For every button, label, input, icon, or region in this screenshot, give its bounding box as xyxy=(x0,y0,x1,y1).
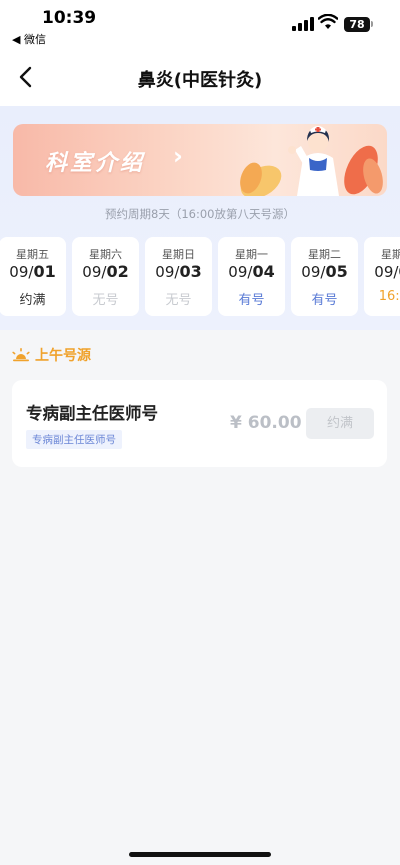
back-to-wechat-link[interactable]: ◀ 微信 xyxy=(12,31,46,47)
date-value: 09/01 xyxy=(9,262,56,281)
date-weekday: 星期一 xyxy=(235,248,268,261)
date-card-0901[interactable]: 星期五 09/01 约满 xyxy=(0,237,66,316)
doctor-title: 专病副主任医师号 xyxy=(26,404,158,423)
date-weekday: 星期五 xyxy=(16,248,49,261)
price: ¥ 60.00 xyxy=(230,413,302,433)
section-title: 上午号源 xyxy=(35,348,91,364)
sunrise-icon xyxy=(12,348,30,362)
date-selector: 星期五 09/01 约满 星期六 09/02 无号 星期日 09/03 无号 星… xyxy=(0,237,400,317)
date-card-0903[interactable]: 星期日 09/03 无号 xyxy=(145,237,212,316)
chevron-right-icon: › xyxy=(173,142,183,170)
battery-icon: 78 xyxy=(344,17,370,32)
signal-icon xyxy=(292,17,314,31)
doctor-tag: 专病副主任医师号 xyxy=(26,430,122,449)
page-title: 鼻炎(中医针灸) xyxy=(137,70,263,91)
booking-period-note: 预约周期8天（16:00放第八天号源） xyxy=(105,207,295,221)
date-card-0902[interactable]: 星期六 09/02 无号 xyxy=(72,237,139,316)
home-indicator[interactable] xyxy=(129,852,271,857)
date-weekday: 星期六 xyxy=(89,248,122,261)
banner-label: 科室介绍 xyxy=(45,151,146,176)
date-status: 无号 xyxy=(92,293,119,308)
battery-cap xyxy=(371,21,373,27)
date-status: 有号 xyxy=(238,293,265,308)
date-value: 09/05 xyxy=(301,262,348,281)
date-weekday: 星期日 xyxy=(162,248,195,261)
date-weekday: 星期二 xyxy=(308,248,341,261)
date-card-0906[interactable]: 星期三 09/06 16:00 xyxy=(364,237,400,316)
date-value: 09/04 xyxy=(228,262,275,281)
department-intro-banner[interactable]: 科室介绍 › xyxy=(13,124,387,196)
status-bar: 10:39 ◀ 微信 78 xyxy=(0,0,400,50)
wifi-icon xyxy=(318,14,338,29)
status-time: 10:39 xyxy=(42,8,97,28)
date-value: 09/06 xyxy=(374,262,400,281)
nav-bar: 鼻炎(中医针灸) xyxy=(0,50,400,106)
schedule-header: 科室介绍 › 预约周期8天（16:00放第八天号源） 星期五 09/01 约满 … xyxy=(0,106,400,330)
date-status: 16:00 xyxy=(378,289,400,304)
date-weekday: 星期三 xyxy=(381,248,400,261)
date-card-0905[interactable]: 星期二 09/05 有号 xyxy=(291,237,358,316)
date-value: 09/03 xyxy=(155,262,202,281)
book-button[interactable]: 约满 xyxy=(306,408,374,439)
date-card-0904[interactable]: 星期一 09/04 有号 xyxy=(218,237,285,316)
date-status: 无号 xyxy=(165,293,192,308)
date-status: 有号 xyxy=(311,293,338,308)
nurse-illustration-icon xyxy=(240,126,383,196)
doctor-slot-card: 专病副主任医师号 专病副主任医师号 ¥ 60.00 约满 xyxy=(12,380,387,467)
date-status: 约满 xyxy=(19,293,46,308)
date-value: 09/02 xyxy=(82,262,129,281)
